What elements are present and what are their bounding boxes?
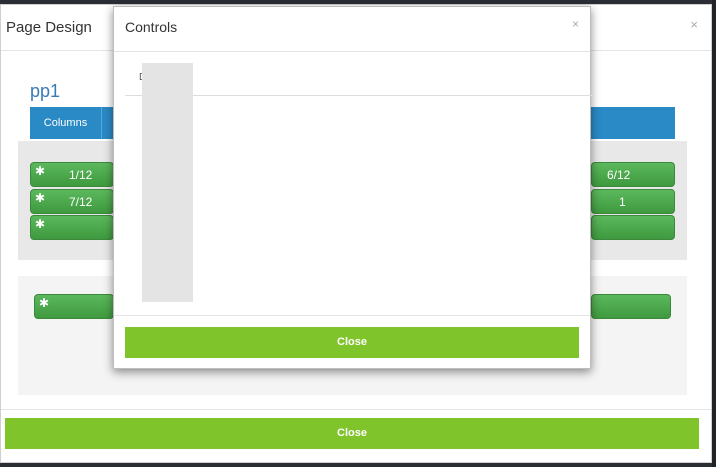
column-size-label: 7/12 xyxy=(69,195,93,209)
page-design-title: Page Design xyxy=(6,19,92,36)
tab-columns[interactable]: Columns xyxy=(30,107,102,139)
close-button[interactable]: Close xyxy=(5,418,699,449)
column-row[interactable]: ✱ 7/12 xyxy=(30,189,114,214)
column-row[interactable] xyxy=(591,215,675,240)
controls-modal: Controls × D Close xyxy=(113,6,595,369)
close-icon[interactable]: × xyxy=(690,17,698,32)
column-row[interactable]: 1 xyxy=(591,189,675,214)
column-size-label: 1/12 xyxy=(69,168,93,182)
column-row[interactable]: ✱ xyxy=(30,215,114,240)
tab-divider xyxy=(125,95,595,96)
column-row[interactable]: ✱ xyxy=(34,294,114,319)
column-size-label: 1 xyxy=(619,195,626,209)
cog-icon[interactable]: ✱ xyxy=(35,164,45,178)
column-row[interactable]: 6/12 xyxy=(591,162,675,187)
page-name: pp1 xyxy=(30,81,61,101)
controls-header: Controls × xyxy=(114,7,590,52)
cog-icon[interactable]: ✱ xyxy=(35,191,45,205)
controls-footer-divider xyxy=(114,315,590,316)
cog-icon[interactable]: ✱ xyxy=(35,217,45,231)
column-row[interactable] xyxy=(591,294,671,319)
background-edge xyxy=(712,0,716,467)
column-row[interactable]: ✱ 1/12 xyxy=(30,162,114,187)
controls-title: Controls xyxy=(125,19,178,35)
controls-list-panel xyxy=(142,63,193,302)
close-icon[interactable]: × xyxy=(572,17,579,31)
cog-icon[interactable]: ✱ xyxy=(39,296,49,310)
close-button[interactable]: Close xyxy=(125,327,579,358)
column-size-label: 6/12 xyxy=(607,168,631,182)
